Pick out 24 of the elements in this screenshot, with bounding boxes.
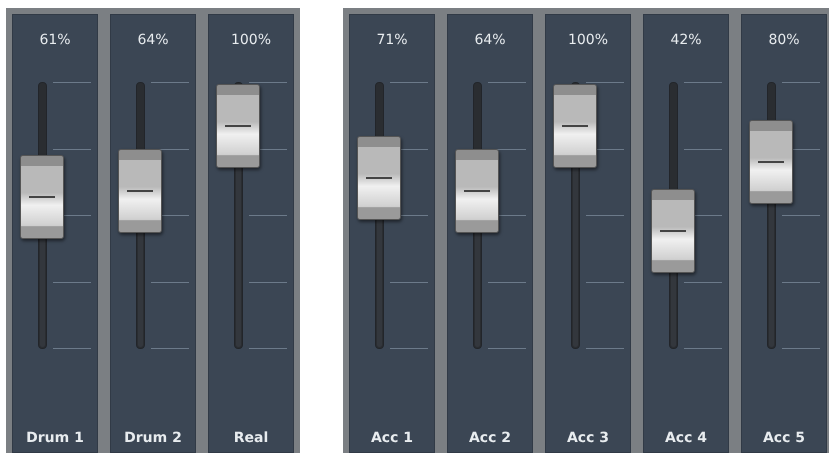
channel-name: Acc 5 bbox=[762, 430, 806, 446]
fader-handle[interactable] bbox=[20, 154, 64, 239]
level-reading: 61% bbox=[39, 32, 71, 50]
channel-name: Drum 1 bbox=[26, 430, 84, 446]
channel-name: Acc 4 bbox=[664, 430, 708, 446]
channel-name: Acc 1 bbox=[370, 430, 414, 446]
level-reading: 42% bbox=[670, 32, 702, 50]
channel-name: Drum 2 bbox=[124, 430, 182, 446]
fader-handle[interactable] bbox=[118, 149, 162, 234]
level-reading: 64% bbox=[474, 32, 506, 50]
fader-handle[interactable] bbox=[651, 188, 695, 273]
fader-handle[interactable] bbox=[553, 84, 597, 168]
fader-handle[interactable] bbox=[357, 136, 401, 220]
level-reading: 71% bbox=[376, 32, 408, 50]
level-reading: 100% bbox=[568, 32, 608, 50]
level-reading: 80% bbox=[768, 32, 800, 50]
level-reading: 100% bbox=[230, 32, 272, 50]
fader-handle[interactable] bbox=[455, 149, 499, 234]
channel-name: Acc 2 bbox=[468, 430, 512, 446]
fader-handle[interactable] bbox=[749, 120, 793, 204]
channel-name: Acc 3 bbox=[566, 430, 610, 446]
level-reading: 64% bbox=[137, 32, 169, 50]
fader-handle[interactable] bbox=[216, 84, 260, 168]
channel-name: Real bbox=[234, 430, 268, 446]
